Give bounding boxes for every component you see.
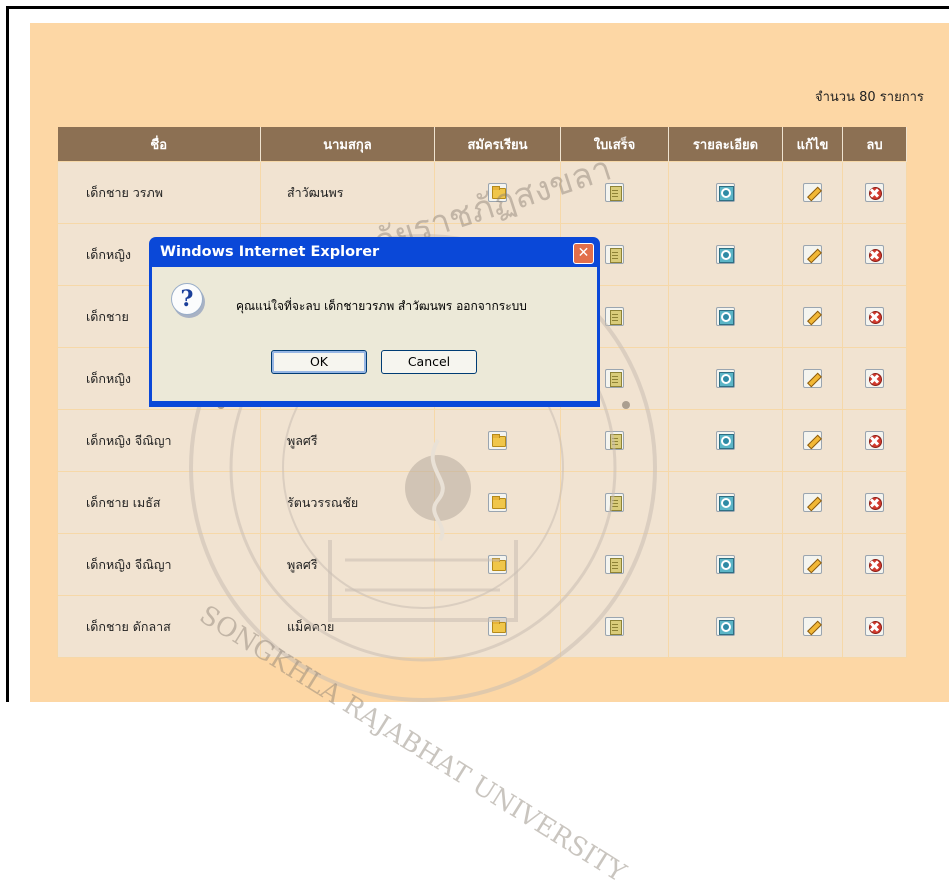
edit-icon[interactable] bbox=[803, 617, 822, 636]
edit-icon[interactable] bbox=[803, 493, 822, 512]
edit-icon[interactable] bbox=[803, 245, 822, 264]
table-row: เด็กชาย เมธัส รัตนวรรณชัย bbox=[57, 471, 907, 534]
cell-folder bbox=[434, 533, 561, 596]
edit-icon[interactable] bbox=[803, 555, 822, 574]
cell-details bbox=[668, 471, 783, 534]
receipt-icon[interactable] bbox=[605, 431, 624, 450]
edit-icon[interactable] bbox=[803, 307, 822, 326]
cell-edit bbox=[782, 595, 843, 658]
table-row: เด็กหญิง จีณิญา พูลศรี bbox=[57, 409, 907, 472]
ok-button[interactable]: OK bbox=[271, 350, 367, 374]
folder-icon[interactable] bbox=[488, 493, 507, 512]
cell-delete bbox=[842, 471, 907, 534]
folder-icon[interactable] bbox=[488, 555, 507, 574]
cell-edit bbox=[782, 223, 843, 286]
cell-details bbox=[668, 285, 783, 348]
header-details: รายละเอียด bbox=[668, 127, 783, 162]
cell-delete bbox=[842, 347, 907, 410]
cell-edit bbox=[782, 347, 843, 410]
dialog-body: ? คุณแน่ใจที่จะลบ เด็กชายวรภพ สำวัฒนพร อ… bbox=[152, 267, 597, 401]
cell-delete bbox=[842, 223, 907, 286]
cell-details bbox=[668, 223, 783, 286]
folder-icon[interactable] bbox=[488, 431, 507, 450]
receipt-icon[interactable] bbox=[605, 555, 624, 574]
cell-edit bbox=[782, 533, 843, 596]
cell-receipt bbox=[560, 595, 669, 658]
cell-edit bbox=[782, 161, 843, 224]
delete-icon[interactable] bbox=[865, 307, 884, 326]
edit-icon[interactable] bbox=[803, 431, 822, 450]
details-icon[interactable] bbox=[716, 369, 735, 388]
question-icon: ? bbox=[171, 283, 203, 315]
delete-icon[interactable] bbox=[865, 555, 884, 574]
header-apply: สมัครเรียน bbox=[434, 127, 561, 162]
delete-icon[interactable] bbox=[865, 431, 884, 450]
cell-name: เด็กชาย เมธัส bbox=[57, 471, 261, 534]
cell-details bbox=[668, 595, 783, 658]
details-icon[interactable] bbox=[716, 183, 735, 202]
cell-folder bbox=[434, 409, 561, 472]
cell-delete bbox=[842, 533, 907, 596]
header-surname: นามสกุล bbox=[260, 127, 435, 162]
table-header-row: ชื่อ นามสกุล สมัครเรียน ใบเสร็จ รายละเอี… bbox=[57, 127, 907, 162]
cell-name: เด็กชาย วรภพ bbox=[57, 161, 261, 224]
receipt-icon[interactable] bbox=[605, 617, 624, 636]
cell-surname: พูลศรี bbox=[260, 533, 435, 596]
header-name: ชื่อ bbox=[57, 127, 261, 162]
cell-details bbox=[668, 347, 783, 410]
cancel-button[interactable]: Cancel bbox=[381, 350, 477, 374]
cell-details bbox=[668, 409, 783, 472]
receipt-icon[interactable] bbox=[605, 307, 624, 326]
cell-surname: รัตนวรรณชัย bbox=[260, 471, 435, 534]
cell-edit bbox=[782, 409, 843, 472]
cell-edit bbox=[782, 471, 843, 534]
cell-folder bbox=[434, 595, 561, 658]
receipt-icon[interactable] bbox=[605, 493, 624, 512]
cell-delete bbox=[842, 161, 907, 224]
cell-receipt bbox=[560, 409, 669, 472]
receipt-icon[interactable] bbox=[605, 245, 624, 264]
delete-icon[interactable] bbox=[865, 369, 884, 388]
cell-receipt bbox=[560, 533, 669, 596]
cell-details bbox=[668, 161, 783, 224]
delete-icon[interactable] bbox=[865, 617, 884, 636]
cell-delete bbox=[842, 409, 907, 472]
delete-icon[interactable] bbox=[865, 245, 884, 264]
details-icon[interactable] bbox=[716, 245, 735, 264]
folder-icon[interactable] bbox=[488, 617, 507, 636]
cell-edit bbox=[782, 285, 843, 348]
edit-icon[interactable] bbox=[803, 369, 822, 388]
confirm-delete-dialog: Windows Internet Explorer ✕ ? คุณแน่ใจที… bbox=[149, 237, 600, 407]
cell-name: เด็กหญิง จีณิญา bbox=[57, 409, 261, 472]
close-icon[interactable]: ✕ bbox=[573, 243, 594, 264]
dialog-message: คุณแน่ใจที่จะลบ เด็กชายวรภพ สำวัฒนพร ออก… bbox=[236, 299, 527, 313]
record-count: จำนวน 80 รายการ bbox=[815, 90, 924, 105]
details-icon[interactable] bbox=[716, 617, 735, 636]
delete-icon[interactable] bbox=[865, 183, 884, 202]
table-row: เด็กหญิง จีณิญา พูลศรี bbox=[57, 533, 907, 596]
edit-icon[interactable] bbox=[803, 183, 822, 202]
header-edit: แก้ไข bbox=[782, 127, 843, 162]
delete-icon[interactable] bbox=[865, 493, 884, 512]
cell-details bbox=[668, 533, 783, 596]
receipt-icon[interactable] bbox=[605, 369, 624, 388]
cell-delete bbox=[842, 285, 907, 348]
dialog-title: Windows Internet Explorer bbox=[160, 244, 380, 260]
details-icon[interactable] bbox=[716, 555, 735, 574]
details-icon[interactable] bbox=[716, 431, 735, 450]
cell-folder bbox=[434, 471, 561, 534]
details-icon[interactable] bbox=[716, 307, 735, 326]
table-row: เด็กชาย ดักลาส แม็คคาย bbox=[57, 595, 907, 658]
cell-surname: พูลศรี bbox=[260, 409, 435, 472]
header-delete: ลบ bbox=[842, 127, 907, 162]
cell-name: เด็กหญิง จีณิญา bbox=[57, 533, 261, 596]
cell-delete bbox=[842, 595, 907, 658]
details-icon[interactable] bbox=[716, 493, 735, 512]
cell-receipt bbox=[560, 471, 669, 534]
